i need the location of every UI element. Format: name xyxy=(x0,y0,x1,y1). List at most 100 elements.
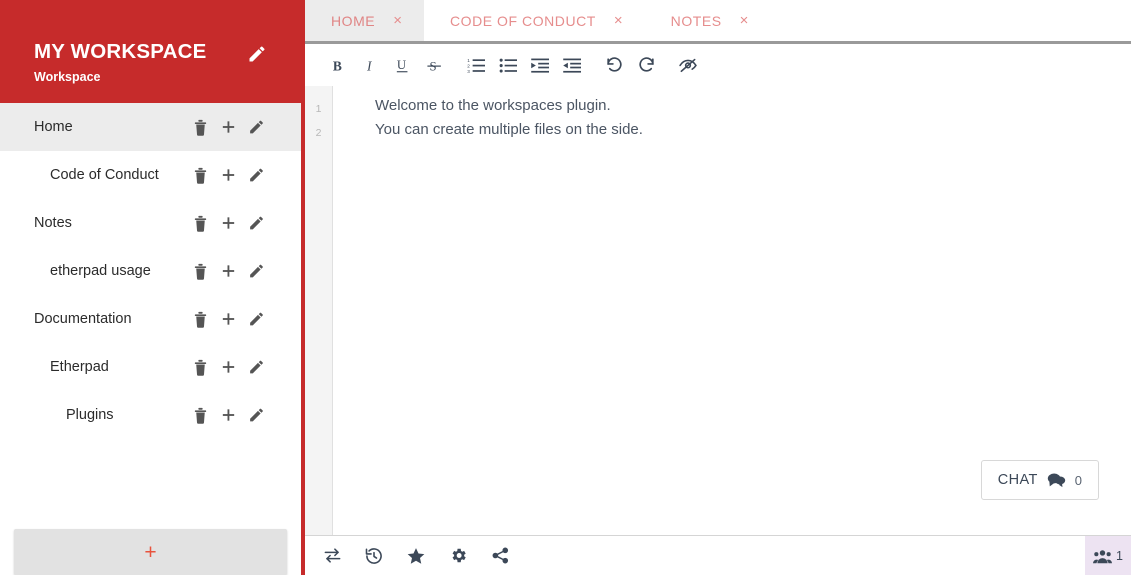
pencil-icon[interactable] xyxy=(248,357,265,377)
plus-icon: + xyxy=(144,540,157,564)
svg-text:B: B xyxy=(332,58,341,73)
pencil-icon[interactable] xyxy=(248,405,265,425)
plus-icon[interactable] xyxy=(220,309,237,329)
file-name: Plugins xyxy=(66,407,114,423)
settings-gear-icon[interactable] xyxy=(441,539,475,573)
chat-label: CHAT xyxy=(997,472,1038,488)
file-row[interactable]: Notes xyxy=(0,199,301,247)
file-list: Home Code of Conduct Notes etherpad usage Do… xyxy=(0,103,301,513)
trash-icon[interactable] xyxy=(192,117,209,137)
trash-icon[interactable] xyxy=(192,213,209,233)
file-row[interactable]: Etherpad xyxy=(0,343,301,391)
outdent-icon[interactable] xyxy=(556,49,588,81)
file-row[interactable]: Plugins xyxy=(0,391,301,439)
share-icon[interactable] xyxy=(483,539,517,573)
file-name: Etherpad xyxy=(50,359,109,375)
plus-icon[interactable] xyxy=(220,405,237,425)
svg-text:I: I xyxy=(365,58,371,73)
chat-bubble-icon xyxy=(1047,472,1066,488)
chat-count: 0 xyxy=(1074,472,1082,488)
connected-users-badge[interactable]: 1 xyxy=(1085,536,1131,575)
accent-divider xyxy=(301,0,305,575)
file-row-actions xyxy=(192,117,301,137)
underline-icon[interactable]: U xyxy=(386,49,418,81)
file-row-actions xyxy=(192,165,301,185)
tab-code-of-conduct[interactable]: CODE OF CONDUCT × xyxy=(424,0,645,41)
file-name: Documentation xyxy=(34,311,132,327)
italic-icon[interactable]: I xyxy=(354,49,386,81)
svg-text:U: U xyxy=(396,58,405,72)
users-icon xyxy=(1093,549,1112,564)
trash-icon[interactable] xyxy=(192,405,209,425)
tab-bar: HOME × CODE OF CONDUCT × NOTES × xyxy=(305,0,1131,44)
file-name: Code of Conduct xyxy=(50,167,159,183)
pencil-icon[interactable] xyxy=(248,213,265,233)
bold-icon[interactable]: B xyxy=(322,49,354,81)
file-row[interactable]: Documentation xyxy=(0,295,301,343)
trash-icon[interactable] xyxy=(192,165,209,185)
file-name: Home xyxy=(34,119,73,135)
line-number: 1 xyxy=(315,103,322,115)
trash-icon[interactable] xyxy=(192,357,209,377)
file-row-actions xyxy=(192,261,301,281)
svg-text:1: 1 xyxy=(467,58,470,63)
clear-authorship-icon[interactable] xyxy=(672,49,704,81)
editor-body[interactable]: 12 Welcome to the workspaces plugin. You … xyxy=(305,86,1131,535)
add-file-button[interactable]: + xyxy=(14,529,287,575)
file-row[interactable]: etherpad usage xyxy=(0,247,301,295)
file-name: Notes xyxy=(34,215,72,231)
file-row-actions xyxy=(192,213,301,233)
svg-text:3: 3 xyxy=(467,68,470,73)
file-row-actions xyxy=(192,309,301,329)
tab-notes[interactable]: NOTES × xyxy=(645,0,771,41)
close-icon[interactable]: × xyxy=(393,13,402,28)
pencil-icon[interactable] xyxy=(248,117,265,137)
star-icon[interactable] xyxy=(399,539,433,573)
editor-toolbar: B I U S 1 2 3 xyxy=(305,44,1131,86)
strikethrough-icon[interactable]: S xyxy=(418,49,450,81)
line-number-gutter: 12 xyxy=(305,86,333,535)
unordered-list-icon[interactable] xyxy=(492,49,524,81)
svg-text:2: 2 xyxy=(467,63,470,68)
users-count: 1 xyxy=(1116,549,1123,563)
history-icon[interactable] xyxy=(357,539,391,573)
file-row-actions xyxy=(192,357,301,377)
bottom-toolbar: 1 xyxy=(305,535,1131,575)
close-icon[interactable]: × xyxy=(740,13,749,28)
file-name: etherpad usage xyxy=(50,263,151,279)
pencil-icon[interactable] xyxy=(248,261,265,281)
workspace-header: MY WORKSPACE Workspace xyxy=(0,0,301,103)
etherpad-workspaces-app: MY WORKSPACE Workspace Home Code of Condu… xyxy=(0,0,1131,575)
line-number: 2 xyxy=(315,127,322,139)
file-row[interactable]: Home xyxy=(0,103,301,151)
pencil-icon[interactable] xyxy=(247,44,267,64)
ordered-list-icon[interactable]: 1 2 3 xyxy=(460,49,492,81)
workspace-sidebar: MY WORKSPACE Workspace Home Code of Condu… xyxy=(0,0,301,575)
tab-label: HOME xyxy=(331,12,376,29)
tab-label: NOTES xyxy=(670,12,722,29)
chat-button[interactable]: CHAT 0 xyxy=(980,460,1099,500)
trash-icon[interactable] xyxy=(192,309,209,329)
tab-label: CODE OF CONDUCT xyxy=(449,12,596,29)
document-line: You can create multiple files on the sid… xyxy=(375,121,643,138)
workspace-subtitle: Workspace xyxy=(34,70,101,84)
plus-icon[interactable] xyxy=(220,261,237,281)
pencil-icon[interactable] xyxy=(248,165,265,185)
file-row-actions xyxy=(192,405,301,425)
trash-icon[interactable] xyxy=(192,261,209,281)
undo-icon[interactable] xyxy=(598,49,630,81)
plus-icon[interactable] xyxy=(220,357,237,377)
indent-icon[interactable] xyxy=(524,49,556,81)
close-icon[interactable]: × xyxy=(614,13,623,28)
workspace-title: MY WORKSPACE xyxy=(34,40,207,63)
plus-icon[interactable] xyxy=(220,117,237,137)
pencil-icon[interactable] xyxy=(248,309,265,329)
tab-home[interactable]: HOME × xyxy=(305,0,424,41)
import-export-icon[interactable] xyxy=(315,539,349,573)
file-row[interactable]: Code of Conduct xyxy=(0,151,301,199)
main-panel: HOME × CODE OF CONDUCT × NOTES × B I U S 1 2 … xyxy=(305,0,1131,575)
plus-icon[interactable] xyxy=(220,213,237,233)
redo-icon[interactable] xyxy=(630,49,662,81)
document-line: Welcome to the workspaces plugin. xyxy=(375,97,611,114)
plus-icon[interactable] xyxy=(220,165,237,185)
